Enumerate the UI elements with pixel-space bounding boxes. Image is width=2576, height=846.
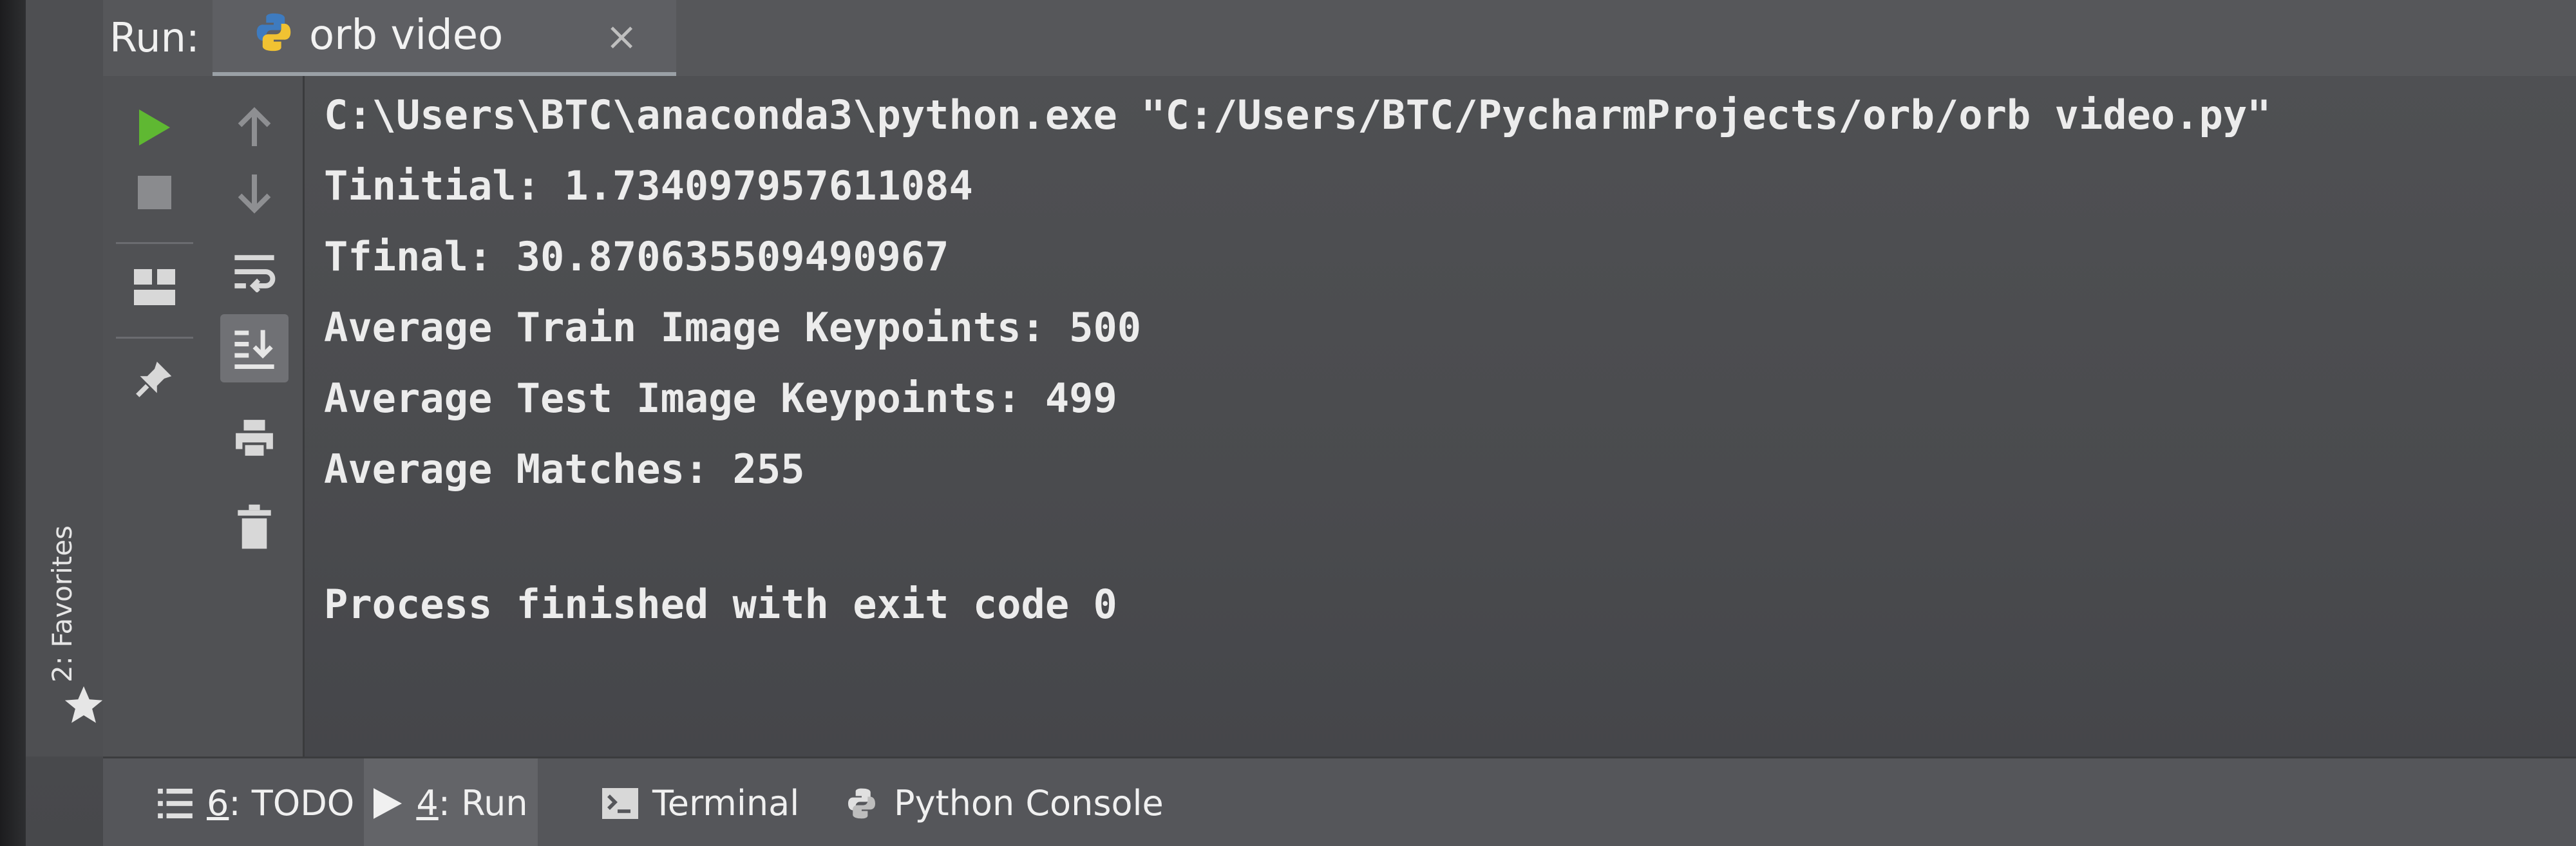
toolbar-separator — [116, 242, 193, 244]
up-arrow-icon[interactable] — [235, 104, 274, 149]
close-icon[interactable]: × — [605, 14, 638, 59]
terminal-icon — [602, 787, 638, 819]
print-icon[interactable] — [233, 417, 276, 460]
scroll-to-end-icon — [234, 330, 274, 369]
rerun-icon[interactable] — [137, 107, 173, 148]
console-line: Tfinal: 30.870635509490967 — [324, 233, 949, 280]
favorites-tool-button[interactable]: 2: Favorites — [46, 525, 78, 682]
console-line-command: C:\Users\BTC\anaconda3\python.exe "C:/Us… — [324, 91, 2271, 138]
tool-window-bar: 6: TODO 4: Run Terminal Python Console — [103, 757, 2576, 846]
run-toolbar-primary — [103, 76, 207, 757]
tab-terminal-label: Terminal — [652, 783, 800, 823]
python-icon — [256, 13, 291, 52]
tab-python-console[interactable]: Python Console — [844, 758, 1294, 846]
tab-todo-number: 6 — [207, 783, 229, 823]
tab-todo-label: : TODO — [229, 783, 355, 823]
console-line: Average Train Image Keypoints: 500 — [324, 304, 1142, 351]
tab-run-label: : Run — [438, 783, 528, 823]
play-icon — [374, 787, 402, 819]
console-line: Average Test Image Keypoints: 499 — [324, 375, 1117, 422]
pin-icon[interactable] — [135, 359, 174, 398]
run-label: Run: — [109, 14, 200, 61]
tab-run-number: 4 — [416, 783, 439, 823]
trash-icon[interactable] — [235, 504, 274, 549]
list-icon — [158, 788, 193, 818]
tab-run[interactable]: 4: Run — [364, 758, 538, 846]
layout-icon[interactable] — [134, 269, 175, 305]
scroll-to-end-button[interactable] — [220, 314, 289, 382]
soft-wrap-icon[interactable] — [232, 251, 277, 292]
down-arrow-icon[interactable] — [235, 171, 274, 216]
monitor-bezel — [0, 0, 26, 846]
python-icon — [848, 788, 875, 818]
tab-python-console-label: Python Console — [894, 783, 1164, 823]
console-output[interactable]: C:\Users\BTC\anaconda3\python.exe "C:/Us… — [305, 76, 2576, 757]
console-line-exit: Process finished with exit code 0 — [324, 581, 1117, 628]
console-line: Average Matches: 255 — [324, 446, 805, 493]
star-icon — [64, 686, 103, 723]
run-toolbar-secondary — [206, 76, 305, 757]
console-line: Tinitial: 1.734097957611084 — [324, 162, 973, 209]
run-tool-header: Run: orb video × — [103, 0, 2576, 78]
screen: 2: Favorites Run: orb video × C:\Users\B… — [0, 0, 2576, 846]
tab-title[interactable]: orb video — [309, 12, 503, 59]
stop-icon[interactable] — [138, 176, 171, 209]
toolbar-separator — [116, 337, 193, 339]
